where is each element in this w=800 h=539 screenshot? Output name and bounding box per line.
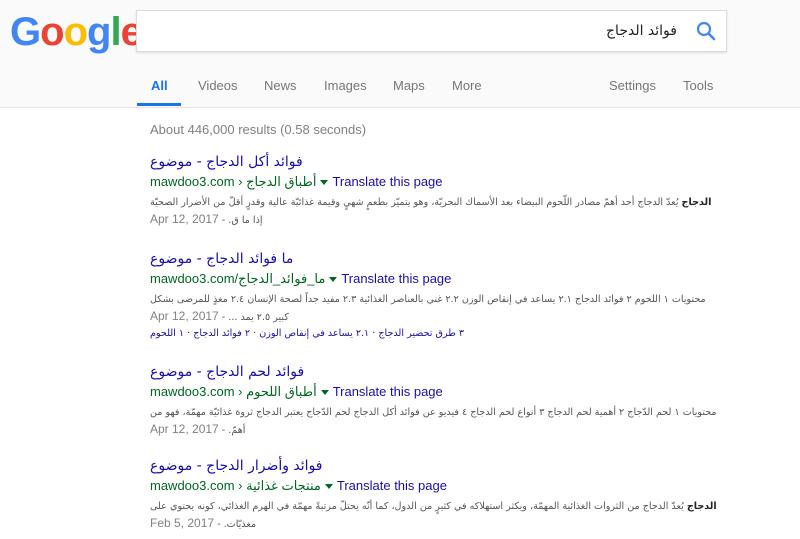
tab-maps[interactable]: Maps [393,78,425,93]
result-snippet: محتويات ١ اللحوم ٢ فوائد الدجاج ٢.١ يساع… [150,294,706,323]
header: Google All Videos News Images Maps More … [0,0,800,108]
dropdown-arrow-icon[interactable] [324,483,333,489]
result-title[interactable]: ما فوائد الدجاج - موضوع [150,251,730,267]
translate-link[interactable]: Translate this page [337,478,447,493]
snippet-bold: الدجاج [681,197,712,208]
tab-all[interactable]: All [151,78,168,93]
dropdown-arrow-icon[interactable] [329,276,338,282]
dropdown-arrow-icon[interactable] [320,389,329,395]
result-title-text[interactable]: ما فوائد الدجاج - موضوع [150,251,293,267]
tab-videos[interactable]: Videos [198,78,238,93]
tab-news[interactable]: News [264,78,297,93]
result-url[interactable]: mawdoo3.com/ [150,271,238,286]
snippet-text: يُعدّ الدجاج أحد أهمّ مصادر اللّحوم البي… [150,197,682,226]
result-url-line: mawdoo3.com › أطباق الدجاج Translate this… [150,174,730,192]
translate-link[interactable]: Translate this page [341,271,451,286]
result-url-line: mawdoo3.com/ما_فوائد_الدجاج Translate thi… [150,271,730,289]
result-path[interactable]: ما_فوائد_الدجاج [238,271,325,286]
logo-letter: o [63,10,88,54]
result-url-line: mawdoo3.com › منتجات غذائية Translate thi… [150,478,730,496]
logo-letter: G [10,10,41,54]
result-path[interactable]: › أطباق اللحوم [235,384,317,399]
result-url[interactable]: mawdoo3.com [150,478,235,493]
snippet-bold: الدجاج [686,501,717,512]
result-title-text[interactable]: فوائد أكل الدجاج - موضوع [150,154,303,170]
dropdown-arrow-icon[interactable] [320,179,329,185]
search-button[interactable] [694,19,718,43]
result-title[interactable]: فوائد لحم الدجاج - موضوع [150,364,730,380]
result-url[interactable]: mawdoo3.com [150,384,235,399]
search-box [136,10,727,52]
result-url-line: mawdoo3.com › أطباق اللحوم Translate this… [150,384,730,402]
search-input[interactable] [147,11,677,51]
logo-letter: o [40,10,64,54]
result-date: Apr 12, 2017 [150,309,219,323]
result-snippet: الدجاج يُعدّ الدجاج أحد أهمّ مصادر اللّح… [150,197,712,226]
logo-letter: l [110,10,121,54]
result-title-text[interactable]: فوائد لحم الدجاج - موضوع [150,364,304,380]
result-title-text[interactable]: فوائد وأضرار الدجاج - موضوع [150,458,323,474]
result-date: Apr 12, 2017 [150,422,219,436]
result-stats: About 446,000 results (0.58 seconds) [150,122,367,137]
result-title[interactable]: فوائد وأضرار الدجاج - موضوع [150,458,730,474]
result-snippet: الدجاج يُعدّ الدجاج من الثروات الغذائية … [150,501,717,530]
search-result: فوائد لحم الدجاج - موضوع mawdoo3.com › أ… [150,364,730,439]
google-logo[interactable]: Google [10,10,143,54]
snippet-text: محتويات ١ اللحوم ٢ فوائد الدجاج ٢.١ يساع… [150,294,706,323]
translate-link[interactable]: Translate this page [333,384,443,399]
search-result: فوائد وأضرار الدجاج - موضوع mawdoo3.com … [150,458,730,533]
result-snippet: محتويات ١ لحم الدّجاج ٢ أهمية لحم الدجاج… [150,407,717,436]
tools-link[interactable]: Tools [683,78,713,93]
active-tab-indicator [137,103,181,106]
result-path[interactable]: › منتجات غذائية [235,478,321,493]
result-date: Apr 12, 2017 [150,212,219,226]
search-result: ما فوائد الدجاج - موضوع mawdoo3.com/ما_ف… [150,251,730,342]
search-result: فوائد أكل الدجاج - موضوع mawdoo3.com › أ… [150,154,730,229]
result-title[interactable]: فوائد أكل الدجاج - موضوع [150,154,730,170]
result-url[interactable]: mawdoo3.com [150,174,235,189]
search-tabs: All Videos News Images Maps More Setting… [0,66,800,108]
snippet-text: يُعدّ الدجاج من الثروات الغذائية المهمّة… [150,501,687,530]
settings-link[interactable]: Settings [609,78,656,93]
result-path[interactable]: › أطباق الدجاج [235,174,316,189]
result-sitelinks[interactable]: ٣ طرق تحضير الدجاج · ٢.١ يساعد في إنقاص … [150,326,720,342]
logo-letter: g [87,10,111,54]
tab-more[interactable]: More [452,78,482,93]
tab-images[interactable]: Images [324,78,367,93]
translate-link[interactable]: Translate this page [332,174,442,189]
result-date: Feb 5, 2017 [150,516,215,530]
search-icon [696,21,716,41]
snippet-text: محتويات ١ لحم الدّجاج ٢ أهمية لحم الدجاج… [150,407,717,436]
